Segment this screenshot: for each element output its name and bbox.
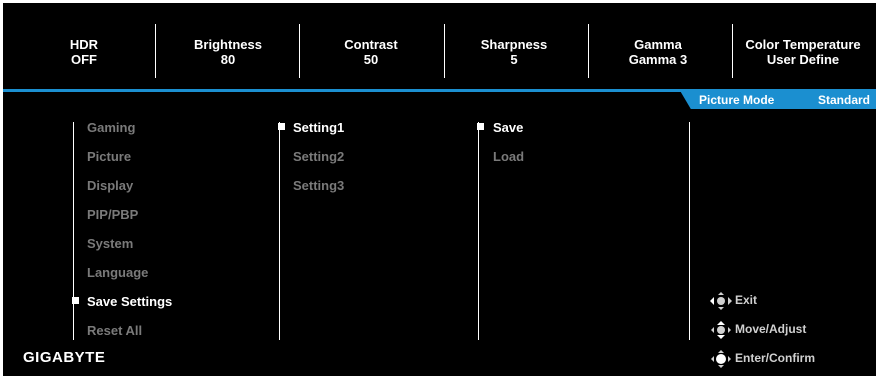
settings-item-setting3[interactable]: Setting3 xyxy=(293,178,344,193)
status-color-temperature-label: Color Temperature xyxy=(745,37,861,52)
picture-mode-label: Picture Mode xyxy=(699,93,775,107)
menu-item-language[interactable]: Language xyxy=(87,265,148,280)
menu-column-divider xyxy=(279,122,280,340)
menu-item-system[interactable]: System xyxy=(87,236,133,251)
hint-move-label: Move/Adjust xyxy=(735,322,807,336)
settings-item-setting1[interactable]: Setting1 xyxy=(293,120,344,135)
status-gamma: Gamma Gamma 3 xyxy=(587,37,729,67)
status-color-temperature-value: User Define xyxy=(766,52,840,67)
status-contrast-value: 50 xyxy=(363,52,379,67)
status-hdr: HDR OFF xyxy=(13,37,155,67)
hint-confirm-label: Enter/Confirm xyxy=(735,351,816,365)
status-hdr-label: HDR xyxy=(69,37,99,52)
menu-item-gaming[interactable]: Gaming xyxy=(87,120,135,135)
status-brightness: Brightness 80 xyxy=(157,37,299,67)
status-sharpness: Sharpness 5 xyxy=(443,37,585,67)
status-contrast: Contrast 50 xyxy=(300,37,442,67)
menu-item-reset-all[interactable]: Reset All xyxy=(87,323,142,338)
menu-item-save-settings[interactable]: Save Settings xyxy=(87,294,172,309)
status-color-temperature: Color Temperature User Define xyxy=(732,37,874,67)
menu-item-pip-pbp[interactable]: PIP/PBP xyxy=(87,207,138,222)
hint-confirm: Enter/Confirm xyxy=(709,349,816,368)
status-brightness-label: Brightness xyxy=(194,37,262,52)
osd-frame: HDR OFF Brightness 80 Contrast 50 Sharpn… xyxy=(3,3,876,376)
menu-item-picture[interactable]: Picture xyxy=(87,149,131,164)
joystick-left-icon xyxy=(710,291,732,310)
selected-bullet-icon xyxy=(72,297,79,304)
action-item-load[interactable]: Load xyxy=(493,149,524,164)
selected-bullet-icon xyxy=(278,123,285,130)
joystick-press-icon xyxy=(711,349,731,368)
status-sharpness-value: 5 xyxy=(510,52,518,67)
status-sharpness-label: Sharpness xyxy=(480,37,548,52)
settings-item-setting2[interactable]: Setting2 xyxy=(293,149,344,164)
picture-mode-value: Standard xyxy=(817,93,870,107)
joystick-move-icon xyxy=(711,320,731,339)
status-brightness-value: 80 xyxy=(220,52,236,67)
picture-mode-tab: Picture Mode Standard xyxy=(679,89,876,109)
status-contrast-label: Contrast xyxy=(344,37,398,52)
status-divider xyxy=(155,24,156,78)
menu-column-divider xyxy=(478,122,479,340)
status-gamma-value: Gamma 3 xyxy=(628,52,688,67)
menu-item-display[interactable]: Display xyxy=(87,178,133,193)
hint-exit-label: Exit xyxy=(735,293,758,307)
status-hdr-value: OFF xyxy=(71,52,97,67)
brand-logo: GIGABYTE xyxy=(23,349,106,366)
menu-column-divider xyxy=(689,122,690,340)
hint-exit: Exit xyxy=(709,291,758,310)
menu-column-divider xyxy=(73,122,74,340)
selected-bullet-icon xyxy=(477,123,484,130)
status-gamma-label: Gamma xyxy=(634,37,682,52)
action-item-save[interactable]: Save xyxy=(493,120,523,135)
hint-move: Move/Adjust xyxy=(709,320,807,339)
